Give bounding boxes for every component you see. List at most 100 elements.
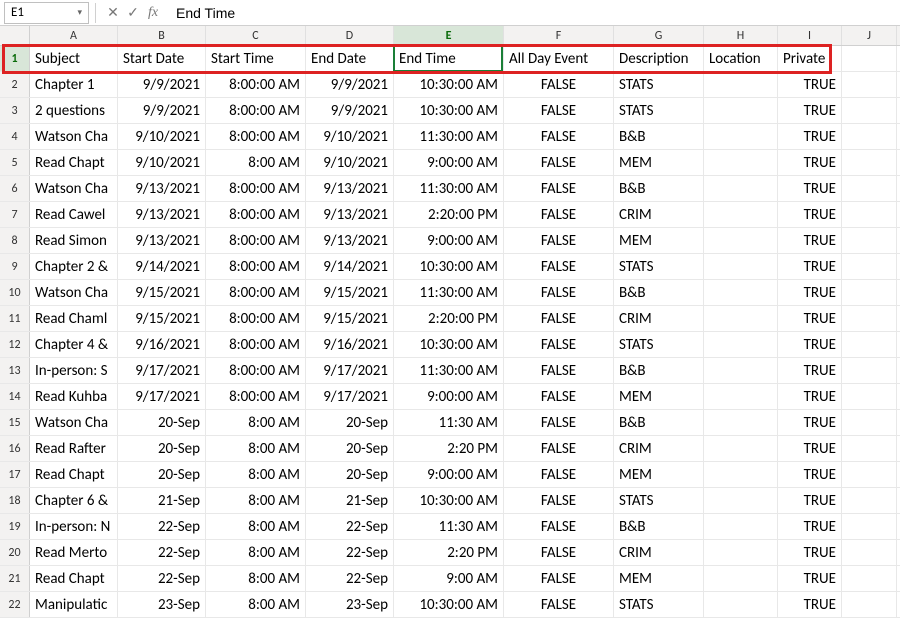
row-header[interactable]: 14 — [0, 384, 30, 409]
cell[interactable]: CRIM — [614, 306, 704, 331]
row-header[interactable]: 8 — [0, 228, 30, 253]
cell[interactable]: FALSE — [504, 462, 614, 487]
cell[interactable]: FALSE — [504, 514, 614, 539]
cell[interactable] — [842, 150, 897, 175]
cell[interactable]: Watson Cha — [30, 410, 118, 435]
cell[interactable]: Watson Cha — [30, 124, 118, 149]
cell[interactable]: Read Cawel — [30, 202, 118, 227]
cell[interactable]: 9/9/2021 — [306, 98, 394, 123]
cell[interactable]: 8:00:00 AM — [206, 72, 306, 97]
cell[interactable]: Chapter 6 & — [30, 488, 118, 513]
col-header-J[interactable]: J — [842, 26, 897, 45]
cell[interactable]: Read Merto — [30, 540, 118, 565]
cell[interactable] — [842, 202, 897, 227]
cell[interactable]: 8:00:00 AM — [206, 98, 306, 123]
row-header[interactable]: 15 — [0, 410, 30, 435]
cell[interactable] — [842, 462, 897, 487]
cell[interactable]: 9/15/2021 — [306, 306, 394, 331]
cell[interactable]: In-person: S — [30, 358, 118, 383]
cell[interactable]: 20-Sep — [306, 462, 394, 487]
cell-H1[interactable]: Location — [704, 46, 778, 71]
cell-D1[interactable]: End Date — [306, 46, 394, 71]
cell[interactable]: 9/10/2021 — [306, 150, 394, 175]
cell-C1[interactable]: Start Time — [206, 46, 306, 71]
cell[interactable]: MEM — [614, 150, 704, 175]
cell[interactable]: 9/13/2021 — [118, 228, 206, 253]
cell[interactable] — [704, 306, 778, 331]
cell[interactable]: CRIM — [614, 540, 704, 565]
cell[interactable]: 20-Sep — [118, 462, 206, 487]
cell[interactable]: TRUE — [778, 566, 842, 591]
cell[interactable]: 9/13/2021 — [118, 202, 206, 227]
cell[interactable]: 21-Sep — [306, 488, 394, 513]
cell[interactable]: CRIM — [614, 436, 704, 461]
cell[interactable]: TRUE — [778, 436, 842, 461]
cell[interactable]: FALSE — [504, 228, 614, 253]
cell[interactable]: 11:30:00 AM — [394, 358, 504, 383]
row-header-1[interactable]: 1 — [0, 46, 30, 71]
col-header-F[interactable]: F — [504, 26, 614, 45]
cell[interactable]: 8:00 AM — [206, 566, 306, 591]
cell[interactable] — [842, 228, 897, 253]
cell[interactable] — [842, 540, 897, 565]
cell[interactable]: 8:00 AM — [206, 436, 306, 461]
cell[interactable]: FALSE — [504, 332, 614, 357]
cell[interactable] — [704, 332, 778, 357]
cell[interactable]: TRUE — [778, 514, 842, 539]
cell[interactable]: TRUE — [778, 306, 842, 331]
cell[interactable]: 8:00:00 AM — [206, 124, 306, 149]
name-box[interactable]: E1 ▾ — [4, 2, 89, 24]
row-header[interactable]: 11 — [0, 306, 30, 331]
cell[interactable] — [704, 410, 778, 435]
cell[interactable]: B&B — [614, 410, 704, 435]
cell[interactable] — [842, 488, 897, 513]
cell[interactable]: TRUE — [778, 332, 842, 357]
cell[interactable]: FALSE — [504, 384, 614, 409]
cell[interactable]: 9/17/2021 — [306, 358, 394, 383]
cell[interactable]: 8:00:00 AM — [206, 254, 306, 279]
cell[interactable]: FALSE — [504, 280, 614, 305]
cell[interactable] — [842, 176, 897, 201]
cell[interactable]: TRUE — [778, 462, 842, 487]
col-header-I[interactable]: I — [778, 26, 842, 45]
cell[interactable] — [704, 254, 778, 279]
cell[interactable] — [842, 306, 897, 331]
cell[interactable] — [842, 332, 897, 357]
cell[interactable]: 8:00 AM — [206, 488, 306, 513]
cell[interactable]: TRUE — [778, 280, 842, 305]
cell[interactable]: In-person: N — [30, 514, 118, 539]
cell[interactable]: MEM — [614, 384, 704, 409]
cell[interactable]: STATS — [614, 72, 704, 97]
cell[interactable]: Chapter 4 & — [30, 332, 118, 357]
cell[interactable]: 11:30:00 AM — [394, 280, 504, 305]
cell[interactable] — [842, 124, 897, 149]
cell[interactable] — [704, 72, 778, 97]
cell[interactable]: 10:30:00 AM — [394, 98, 504, 123]
cell[interactable]: 9/14/2021 — [118, 254, 206, 279]
cell[interactable]: FALSE — [504, 72, 614, 97]
cell[interactable]: Manipulatic — [30, 592, 118, 617]
cell[interactable]: 9/15/2021 — [306, 280, 394, 305]
cell[interactable]: 22-Sep — [306, 566, 394, 591]
cell[interactable] — [842, 98, 897, 123]
cell[interactable]: MEM — [614, 566, 704, 591]
cell[interactable]: Read Simon — [30, 228, 118, 253]
cell[interactable]: TRUE — [778, 202, 842, 227]
row-header[interactable]: 17 — [0, 462, 30, 487]
cell[interactable]: 8:00:00 AM — [206, 228, 306, 253]
cell[interactable]: 8:00 AM — [206, 540, 306, 565]
cell[interactable]: Read Rafter — [30, 436, 118, 461]
cell[interactable]: 9:00 AM — [394, 566, 504, 591]
cell[interactable]: 22-Sep — [118, 540, 206, 565]
cell[interactable]: 8:00 AM — [206, 514, 306, 539]
row-header[interactable]: 3 — [0, 98, 30, 123]
row-header[interactable]: 4 — [0, 124, 30, 149]
cell-E1[interactable]: End Time — [394, 46, 504, 71]
cell[interactable]: TRUE — [778, 488, 842, 513]
col-header-E[interactable]: E — [394, 26, 504, 45]
cell[interactable]: 11:30 AM — [394, 410, 504, 435]
cell[interactable]: TRUE — [778, 72, 842, 97]
cell[interactable]: 10:30:00 AM — [394, 488, 504, 513]
cell[interactable] — [704, 150, 778, 175]
cell[interactable]: 23-Sep — [306, 592, 394, 617]
